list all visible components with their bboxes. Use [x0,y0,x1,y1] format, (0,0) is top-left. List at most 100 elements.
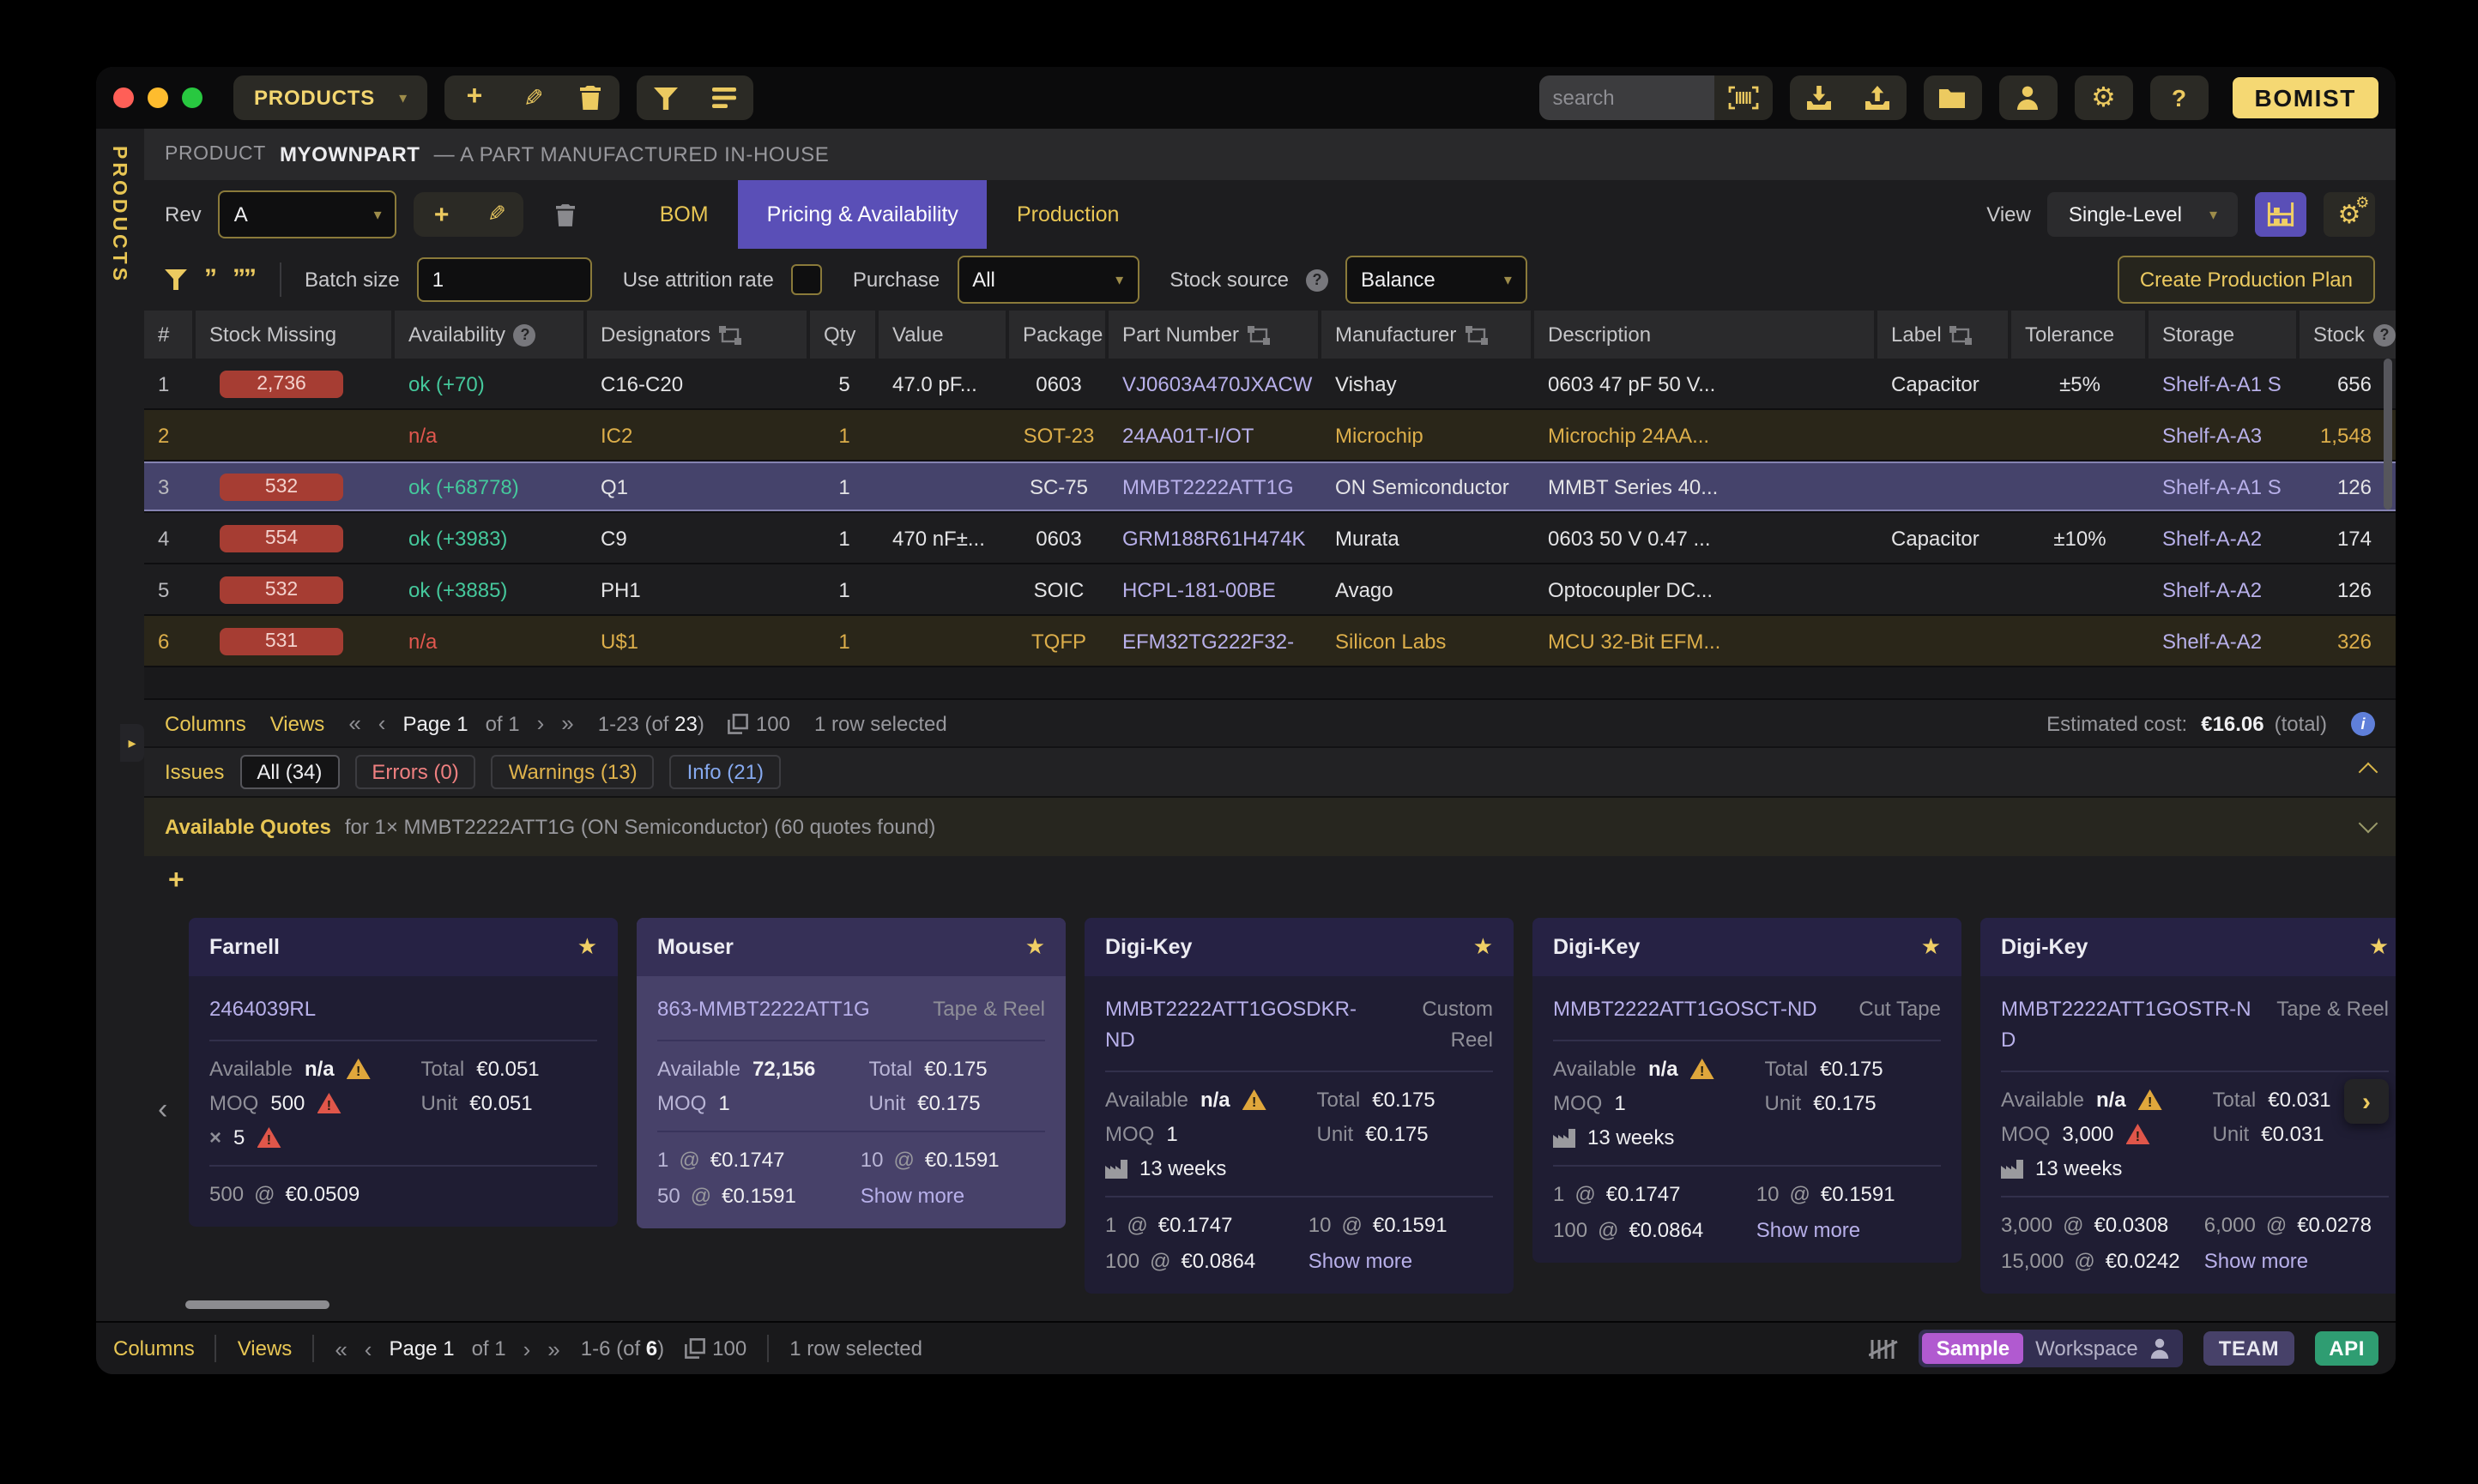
first-page-icon[interactable]: « [348,710,360,736]
delete-button[interactable] [562,75,620,120]
col-header-manufacturer[interactable]: Manufacturer [1321,311,1534,359]
settings-button[interactable]: ⚙ [2075,75,2133,120]
export-button[interactable] [1848,75,1907,120]
table-row[interactable]: 4 554 ok (+3983) C9 1 470 nF±... 0603 GR… [144,513,2396,564]
table-settings-button[interactable]: ⚙⚙ [2324,192,2375,237]
attrition-checkbox[interactable] [791,264,822,295]
next-page-icon[interactable]: › [523,1336,531,1361]
part-number-link[interactable]: 24AA01T-I/OT [1109,423,1321,447]
views-button[interactable]: Views [238,1336,293,1360]
quote-card-farnell[interactable]: Farnell ★ 2464039RL Availablen/a MOQ500 … [189,918,618,1227]
views-button[interactable]: Views [270,711,325,735]
quotes-horizontal-scrollbar[interactable] [185,1300,329,1309]
table-row-selected[interactable]: 3 532 ok (+68778) Q1 1 SC-75 MMBT2222ATT… [144,461,2396,513]
col-header-tolerance[interactable]: Tolerance [2011,311,2149,359]
quote-part-number-link[interactable]: 2464039RL [209,993,316,1024]
col-header-description[interactable]: Description [1534,311,1877,359]
table-row[interactable]: 6 531 n/a U$1 1 TQFP EFM32TG222F32- Sili… [144,616,2396,667]
star-icon[interactable]: ★ [1921,933,1941,961]
col-header-stock[interactable]: Stock? [2300,311,2396,359]
col-header-index[interactable]: # [144,311,196,359]
list-view-button[interactable] [696,75,754,120]
first-page-icon[interactable]: « [335,1336,347,1361]
collapse-chevron-icon[interactable] [2359,814,2378,834]
star-icon[interactable]: ★ [2369,933,2389,961]
sidebar-tab-products[interactable]: PRODUCTS [108,146,129,284]
add-quote-button[interactable]: + [168,866,184,897]
api-button[interactable]: API [2315,1331,2378,1366]
part-number-link[interactable]: HCPL-181-00BE [1109,577,1321,601]
quote-card-digikey-2[interactable]: Digi-Key ★ MMBT2222ATT1GOSCT-NDCut Tape … [1532,918,1961,1263]
carousel-right-button[interactable]: › [2344,1079,2389,1124]
star-icon[interactable]: ★ [577,933,597,961]
storage-link[interactable]: Shelf-A-A1 S [2149,474,2300,498]
col-header-package[interactable]: Package [1009,311,1109,359]
col-header-designators[interactable]: Designators [587,311,810,359]
part-number-link[interactable]: EFM32TG222F32- [1109,629,1321,653]
col-header-qty[interactable]: Qty [810,311,879,359]
quote-icon[interactable]: ” [204,271,215,288]
quote-card-digikey-3[interactable]: Digi-Key ★ MMBT2222ATT1GOSTR-NDTape & Re… [1980,918,2396,1294]
table-vertical-scrollbar[interactable] [2384,359,2392,510]
columns-button[interactable]: Columns [165,711,246,735]
prev-page-icon[interactable]: ‹ [378,710,386,736]
quote-part-number-link[interactable]: 863-MMBT2222ATT1G [657,993,870,1024]
collapse-chevron-icon[interactable] [2359,763,2378,782]
entity-nav-dropdown[interactable]: PRODUCTS ▾ [233,75,428,120]
folder-button[interactable] [1924,75,1982,120]
col-header-storage[interactable]: Storage [2149,311,2300,359]
help-circle-icon[interactable]: ? [1306,268,1328,291]
tally-icon[interactable] [1870,1337,1899,1360]
quote-card-digikey-1[interactable]: Digi-Key ★ MMBT2222ATT1GOSDKR-NDCustom R… [1085,918,1514,1294]
next-page-icon[interactable]: › [537,710,545,736]
last-page-icon[interactable]: » [547,1336,559,1361]
workspace-switcher[interactable]: Sample Workspace [1919,1330,2183,1367]
batch-size-input[interactable] [417,257,592,302]
star-icon[interactable]: ★ [1025,933,1045,961]
show-more-link[interactable]: Show more [1309,1249,1493,1273]
page-size-control[interactable]: 100 [728,711,790,735]
issues-tab-errors[interactable]: Errors (0) [354,755,475,789]
double-quote-icon[interactable]: ”” [233,271,255,288]
zoom-window-button[interactable] [182,87,202,108]
tab-production[interactable]: Production [988,180,1149,249]
add-button[interactable]: + [445,75,504,120]
carousel-left-icon[interactable]: ‹ [158,1093,167,1127]
storage-link[interactable]: Shelf-A-A2 [2149,577,2300,601]
storage-link[interactable]: Shelf-A-A2 [2149,629,2300,653]
rev-delete-button[interactable] [541,202,589,227]
help-circle-icon[interactable]: ? [514,323,536,346]
prev-page-icon[interactable]: ‹ [365,1336,372,1361]
view-select[interactable]: Single-Level ▾ [2048,192,2238,237]
filter-button[interactable] [638,75,696,120]
issues-tab-all[interactable]: All (34) [239,755,339,789]
help-button[interactable]: ? [2150,75,2209,120]
edit-button[interactable]: ✎ [504,75,562,120]
col-header-part-number[interactable]: Part Number [1109,311,1321,359]
last-page-icon[interactable]: » [561,710,573,736]
part-number-link[interactable]: GRM188R61H474K [1109,526,1321,550]
part-number-link[interactable]: MMBT2222ATT1G [1109,474,1321,498]
funnel-icon[interactable] [165,269,187,290]
sidebar-expand-handle[interactable]: ▸ [120,724,144,762]
col-header-value[interactable]: Value [879,311,1009,359]
storage-link[interactable]: Shelf-A-A1 S [2149,371,2300,395]
rev-select[interactable]: A ▾ [219,190,397,238]
quote-card-mouser[interactable]: Mouser ★ 863-MMBT2222ATT1GTape & Reel Av… [637,918,1066,1228]
part-number-link[interactable]: VJ0603A470JXACW [1109,371,1321,395]
tab-bom[interactable]: BOM [631,180,738,249]
star-icon[interactable]: ★ [1473,933,1493,961]
quote-part-number-link[interactable]: MMBT2222ATT1GOSTR-ND [2001,993,2263,1055]
col-header-availability[interactable]: Availability? [395,311,587,359]
purchase-select[interactable]: All ▾ [957,256,1139,304]
col-header-stock-missing[interactable]: Stock Missing [196,311,395,359]
stock-source-select[interactable]: Balance ▾ [1345,256,1527,304]
table-row[interactable]: 5 532 ok (+3885) PH1 1 SOIC HCPL-181-00B… [144,564,2396,616]
info-icon[interactable]: i [2351,711,2375,735]
page-size-control[interactable]: 100 [685,1336,746,1360]
help-circle-icon[interactable]: ? [2373,323,2396,346]
rev-edit-button[interactable]: ✎ [469,192,524,237]
table-row[interactable]: 2 n/a IC2 1 SOT-23 24AA01T-I/OT Microchi… [144,410,2396,461]
rev-add-button[interactable]: + [414,192,469,237]
show-more-link[interactable]: Show more [2204,1249,2389,1273]
